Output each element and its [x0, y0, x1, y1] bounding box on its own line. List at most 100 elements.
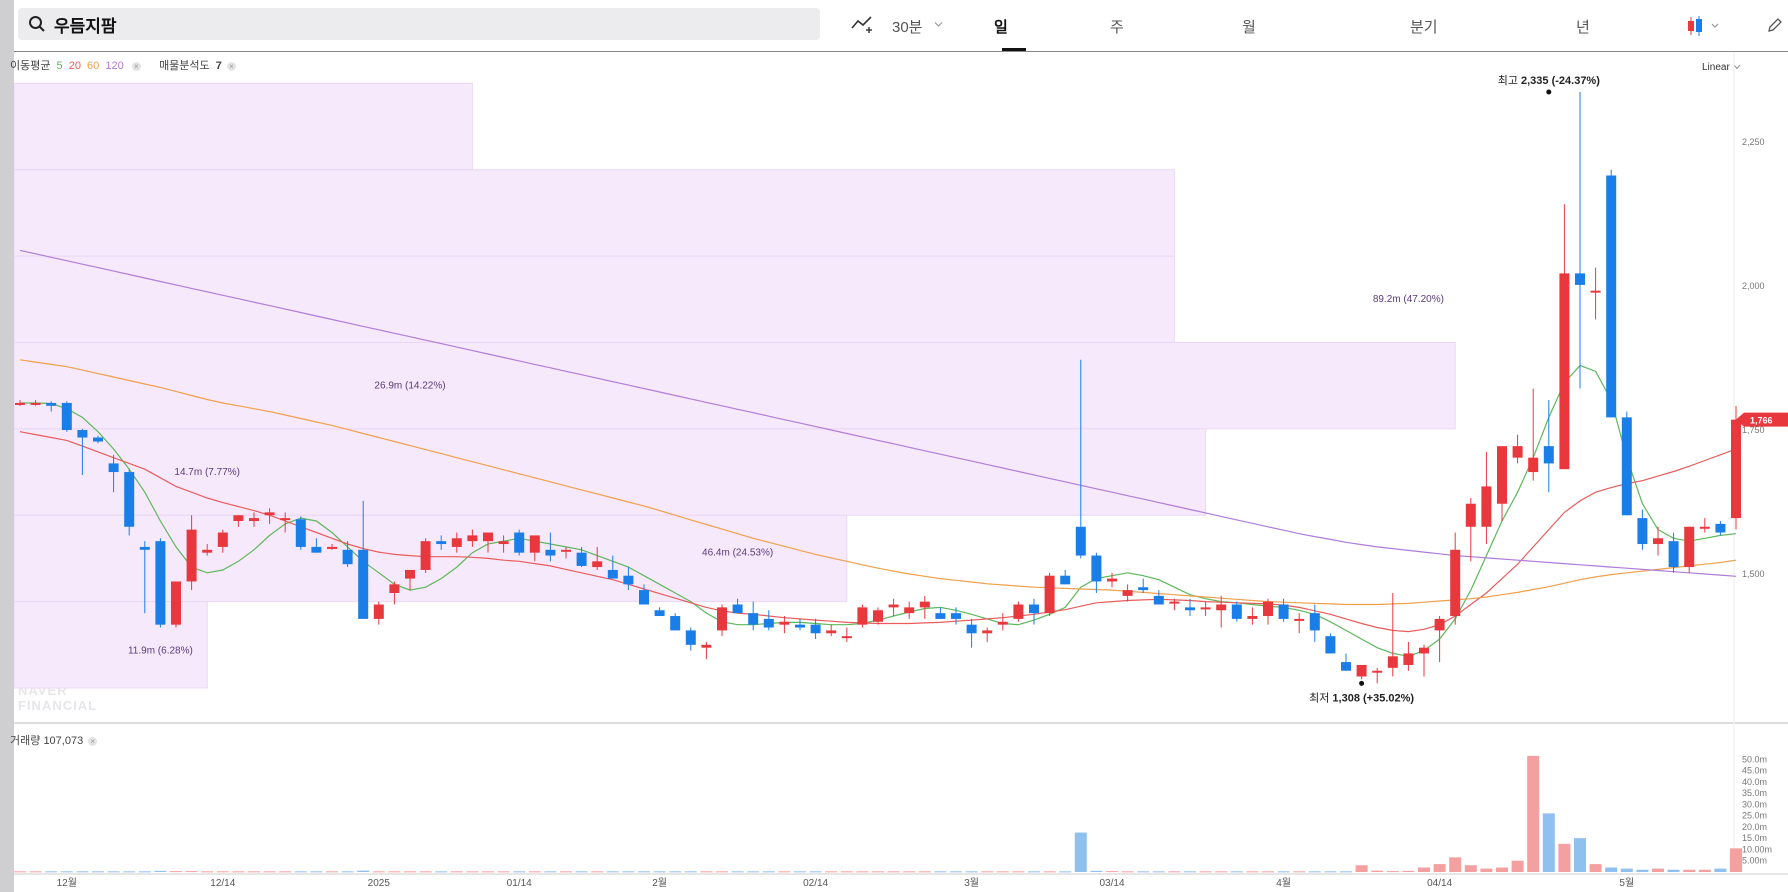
candle-body	[217, 532, 228, 547]
candle-body	[1356, 664, 1367, 677]
candle-body	[1091, 555, 1102, 582]
low-marker-dot	[1359, 680, 1365, 686]
volume-bar	[435, 871, 448, 873]
candle-body	[1372, 670, 1383, 673]
time-tick-label: 3월	[964, 877, 979, 889]
volume-bar	[92, 871, 104, 873]
candle-body	[514, 532, 525, 553]
volume-tick-label: 45.0m	[1742, 766, 1767, 776]
volume-bar	[326, 871, 338, 873]
high-marker-value: 2,335 (-24.37%)	[1521, 75, 1600, 87]
candle-body	[1653, 538, 1663, 545]
volume-bar	[1730, 848, 1742, 872]
volume-bar	[575, 871, 588, 873]
candle-body	[311, 546, 322, 553]
volume-bar	[903, 871, 916, 873]
candle-body	[327, 546, 337, 549]
volume-bar	[1480, 868, 1493, 872]
volume-bar	[482, 871, 494, 873]
time-tick-label: 4월	[1276, 877, 1291, 889]
candle-body	[77, 430, 88, 438]
volume-bar	[778, 871, 791, 873]
volume-profile-label: 46.4m (24.53%)	[702, 548, 773, 559]
candle-body	[46, 402, 57, 406]
volume-bar	[669, 871, 682, 873]
candle-body	[139, 546, 150, 550]
volume-bar	[794, 871, 806, 873]
volume-bar	[14, 871, 26, 873]
candle-body	[1122, 590, 1133, 596]
candle-body	[1621, 417, 1632, 516]
volume-bar	[76, 871, 89, 873]
volume-bar	[1184, 871, 1196, 873]
candle-body	[1731, 419, 1741, 519]
candle-body	[529, 535, 540, 553]
price-chart[interactable]: 89.2m (47.20%) 26.9m (14.22%) 46.4m (24.53…	[14, 0, 1788, 892]
candle-body	[451, 538, 462, 547]
candle-body	[1387, 656, 1398, 668]
volume-bar	[497, 871, 510, 873]
volume-bar	[170, 871, 182, 873]
candle-body	[1419, 647, 1429, 654]
candle-body	[1606, 175, 1617, 418]
volume-bar	[1511, 860, 1524, 872]
candle-body	[155, 541, 166, 625]
volume-bar	[1589, 864, 1602, 872]
time-tick-label: 02/14	[803, 878, 828, 889]
candle-body	[1075, 526, 1086, 556]
volume-bar	[341, 871, 354, 873]
volume-bar	[1152, 871, 1165, 873]
volume-bar	[606, 871, 619, 873]
time-tick-label: 2025	[368, 878, 391, 889]
volume-bar	[388, 871, 401, 873]
price-tick-label: 2,000	[1742, 281, 1765, 291]
volume-bar	[357, 870, 370, 872]
candle-body	[1169, 601, 1180, 604]
volume-bar	[684, 871, 697, 873]
candle-body	[888, 604, 899, 608]
candle-body	[623, 575, 634, 585]
volume-bar	[1012, 871, 1025, 873]
volume-bar	[310, 871, 323, 873]
volume-bar	[404, 871, 416, 873]
candle-body	[124, 472, 135, 527]
volume-bar	[981, 871, 994, 873]
volume-bar	[1418, 867, 1430, 872]
candle-body	[108, 463, 119, 473]
candle-body	[405, 569, 415, 579]
candle-body	[935, 613, 946, 619]
candle-body	[639, 590, 649, 605]
candle-body	[1450, 549, 1461, 617]
candle-body	[873, 610, 883, 622]
candle-body	[1185, 607, 1195, 611]
time-tick-label: 5월	[1619, 877, 1634, 889]
volume-tick-label: 40.0m	[1742, 777, 1767, 787]
volume-profile-label: 14.7m (7.77%)	[174, 467, 240, 478]
candle-body	[1060, 575, 1071, 585]
volume-bar	[372, 871, 385, 873]
volume-tick-label: 50.0m	[1742, 754, 1767, 764]
candle-body	[1668, 541, 1679, 568]
volume-tick-label: 25.0m	[1742, 811, 1767, 821]
volume-bar	[1636, 869, 1649, 872]
volume-bar	[762, 871, 775, 873]
candle-body	[1216, 604, 1227, 611]
candle-body	[701, 644, 712, 648]
volume-bar	[1246, 871, 1259, 873]
candle-body	[249, 518, 259, 522]
high-marker-dot	[1546, 89, 1552, 95]
volume-bar	[201, 871, 214, 873]
volume-bar	[1496, 867, 1508, 872]
volume-bar	[1293, 871, 1306, 873]
candle-body	[779, 621, 790, 625]
volume-bar	[622, 871, 635, 873]
volume-profile-band	[14, 255, 1175, 343]
volume-bar	[1542, 813, 1555, 872]
volume-bar	[123, 871, 136, 873]
candle-body	[342, 549, 353, 565]
candle-body	[1325, 636, 1336, 654]
volume-bar	[1168, 871, 1181, 873]
candle-body	[607, 569, 618, 579]
candle-body	[1403, 653, 1414, 665]
volume-bar	[294, 871, 307, 873]
